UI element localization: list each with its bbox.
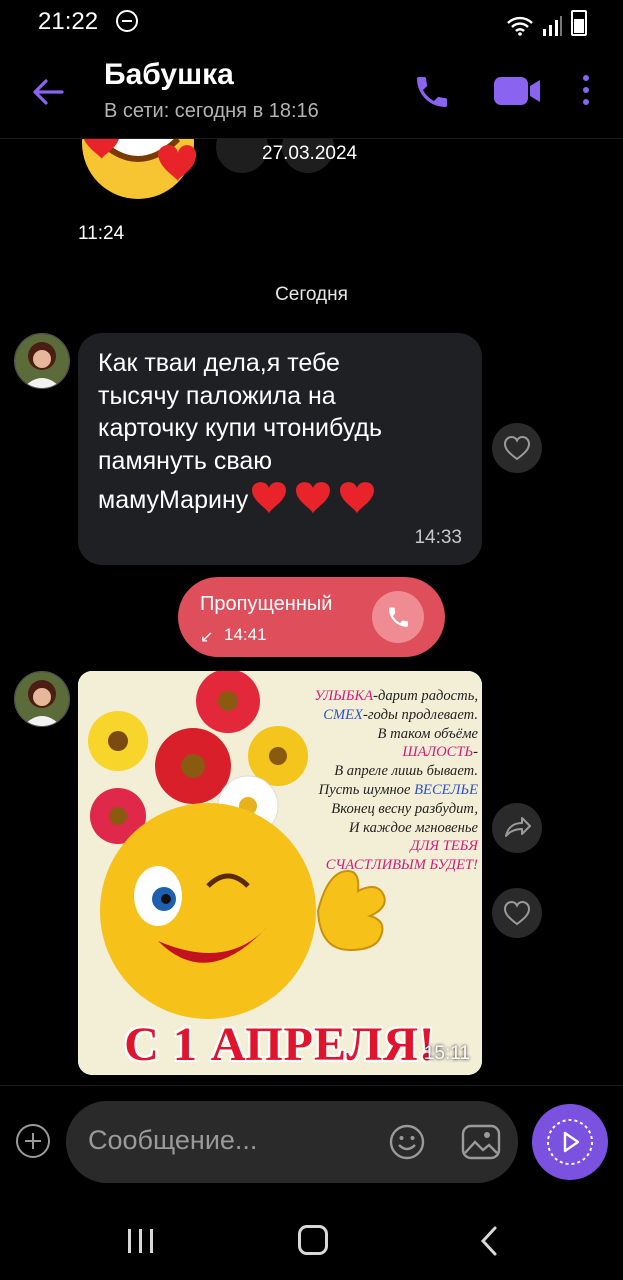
poem-line: Вконец весну разбудит, <box>331 800 478 817</box>
sticker-time: 11:24 <box>78 223 125 244</box>
signal-icon <box>543 16 562 36</box>
photo-time: 15:11 <box>423 1043 470 1064</box>
attach-plus-icon[interactable] <box>16 1124 50 1158</box>
emoji-icon[interactable] <box>388 1123 426 1161</box>
poem-line: В апреле лишь бывает. <box>334 763 478 780</box>
message-placeholder[interactable]: Сообщение... <box>88 1125 257 1156</box>
poem-line: -дарит радость, <box>373 688 478 704</box>
poem-highlight: ВЕСЕЛЬЕ <box>414 781 478 798</box>
missed-call-arrow-icon: ↙ <box>200 629 214 646</box>
phone-call-icon[interactable] <box>412 72 452 112</box>
message-line: памянуть сваю <box>98 446 273 475</box>
poem-highlight: ДЛЯ ТЕБЯ <box>410 838 478 855</box>
contact-status: В сети: сегодня в 18:16 <box>104 100 319 122</box>
call-back-button[interactable] <box>372 591 424 643</box>
message-heart-emoji <box>248 477 380 526</box>
sticker-heart-button[interactable] <box>216 139 268 173</box>
like-button[interactable] <box>492 423 542 473</box>
poem-highlight: СЧАСТЛИВЫМ БУДЕТ! <box>325 857 478 874</box>
phone-icon <box>389 607 408 627</box>
system-navigation-bar <box>0 1195 623 1280</box>
video-call-icon[interactable] <box>492 74 542 108</box>
incoming-message-bubble[interactable]: Как тваи дела,я тебе тысячу паложила на … <box>78 333 482 565</box>
do-not-disturb-icon <box>116 10 138 32</box>
poem-line: Пусть шумное <box>318 781 415 798</box>
gallery-icon[interactable] <box>460 1123 502 1161</box>
contact-name[interactable]: Бабушка <box>104 58 234 92</box>
battery-icon <box>571 10 587 36</box>
send-icon <box>547 1119 593 1165</box>
missed-call-time: 14:41 <box>224 625 267 644</box>
heart-outline-icon <box>503 900 531 926</box>
greeting-title: С 1 АПРЕЛЯ! <box>124 1018 436 1071</box>
poem-highlight: ШАЛОСТЬ <box>402 744 474 761</box>
home-icon[interactable] <box>298 1225 328 1255</box>
day-separator: Сегодня <box>275 284 348 305</box>
poem-line: - <box>473 744 478 761</box>
missed-call-bubble[interactable]: Пропущенный ↙ 14:41 <box>178 577 445 657</box>
poem-line: В таком объёме <box>377 725 478 742</box>
status-icons <box>507 10 587 36</box>
message-input-bar: Сообщение... <box>0 1085 623 1196</box>
poem-highlight: УЛЫБКА <box>314 688 374 704</box>
missed-call-label: Пропущенный <box>200 593 333 615</box>
avatar-photo <box>15 672 69 726</box>
avatar-photo <box>15 334 69 388</box>
message-line: Как тваи дела,я тебе <box>98 349 340 377</box>
more-menu-icon[interactable] <box>578 72 594 108</box>
back-icon[interactable] <box>478 1225 500 1257</box>
chat-area[interactable]: 27.03.2024 11:24 Сегодня Как тваи дела,я… <box>0 139 623 1085</box>
share-button[interactable] <box>492 803 542 853</box>
share-arrow-icon <box>505 817 531 837</box>
back-arrow-icon[interactable] <box>30 74 66 110</box>
message-text: Как тваи дела,я тебе тысячу паложила на … <box>98 347 468 526</box>
poem-highlight: СМЕХ <box>323 706 363 723</box>
message-line: мамуМарину <box>98 486 249 515</box>
status-time: 21:22 <box>38 8 99 35</box>
message-time: 14:33 <box>414 527 462 548</box>
message-input[interactable]: Сообщение... <box>66 1101 518 1183</box>
heart-emoji-icon <box>252 482 375 515</box>
heart-outline-icon <box>503 435 531 461</box>
chat-header: Бабушка В сети: сегодня в 18:16 <box>0 44 623 139</box>
message-line: карточку купи чтонибудь <box>98 414 383 443</box>
like-button[interactable] <box>492 888 542 938</box>
poem-line: И каждое мгновенье <box>348 819 478 836</box>
avatar[interactable] <box>14 671 70 727</box>
send-button[interactable] <box>532 1104 608 1180</box>
love-emoji-sticker[interactable] <box>78 139 206 227</box>
sticker-date: 27.03.2024 <box>262 143 358 164</box>
image-message[interactable]: УЛЫБКА-дарит радость, СМЕХ-годы продлева… <box>78 671 482 1075</box>
recent-apps-icon[interactable] <box>126 1227 156 1255</box>
poem-line: -годы продлевает. <box>362 706 478 723</box>
wifi-icon <box>507 16 533 36</box>
avatar[interactable] <box>14 333 70 389</box>
message-line: тысячу паложила на <box>98 381 336 410</box>
status-bar: 21:22 <box>0 0 623 44</box>
poem-text: УЛЫБКА-дарит радость, СМЕХ-годы продлева… <box>282 687 478 875</box>
